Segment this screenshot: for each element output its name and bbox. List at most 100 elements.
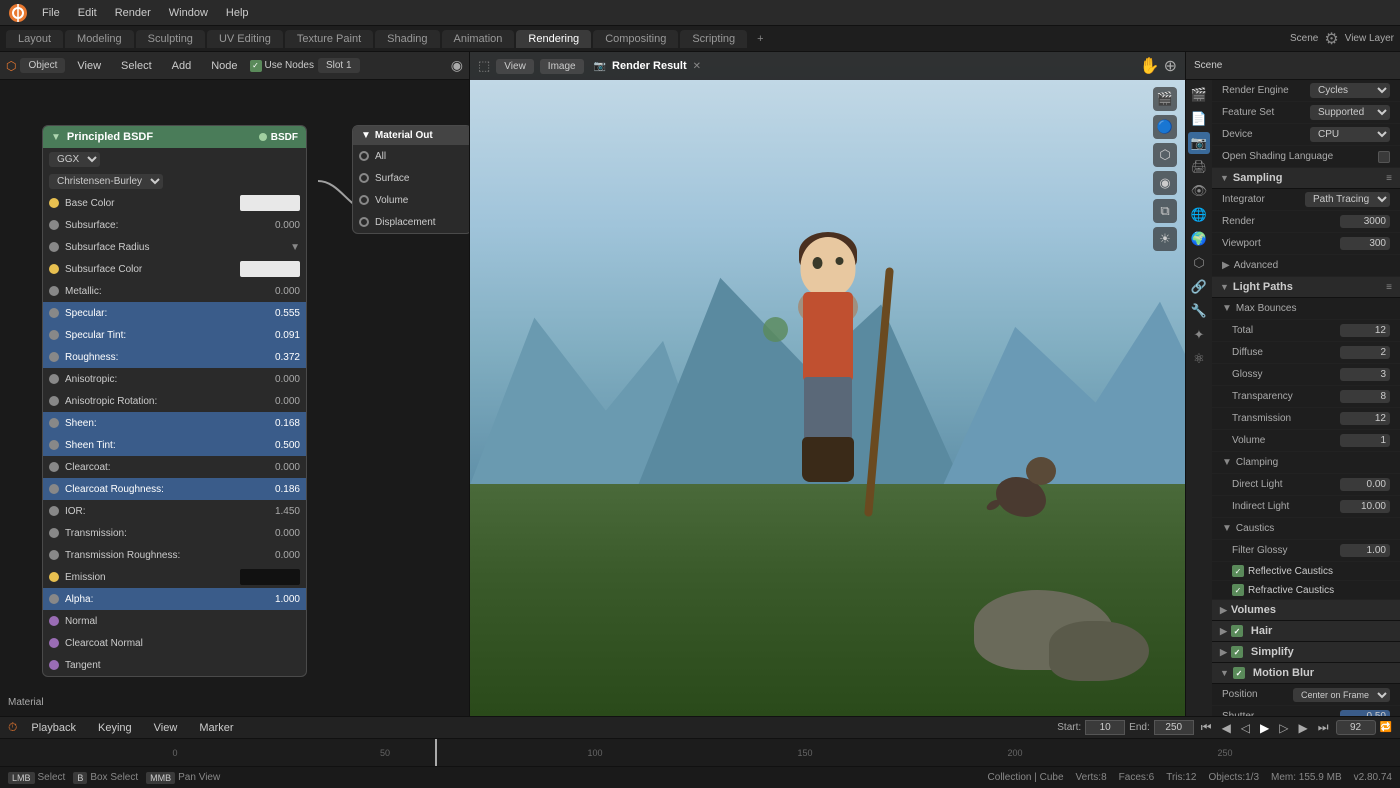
integrator-select[interactable]: Path Tracing	[1305, 192, 1390, 207]
jump-end-btn[interactable]: ⏭	[1315, 719, 1332, 736]
tab-sculpting[interactable]: Sculpting	[136, 30, 205, 48]
props-physics-icon[interactable]: ⚛	[1188, 348, 1210, 370]
tab-add[interactable]: +	[749, 30, 771, 48]
playback-menu[interactable]: Playback	[23, 720, 84, 736]
node-output-socket[interactable]	[259, 133, 267, 141]
simplify-cb[interactable]: ✓	[1231, 646, 1243, 658]
sampling-section-header[interactable]: ▼ Sampling ≡	[1212, 168, 1400, 189]
add-menu[interactable]: Add	[164, 58, 200, 74]
transmission-value[interactable]: 0.000	[255, 528, 300, 539]
props-scene2-icon[interactable]: 🌐	[1188, 204, 1210, 226]
viewport-render-icon[interactable]: 🎬	[1153, 87, 1177, 111]
alpha-value[interactable]: 1.000	[255, 594, 300, 605]
tab-modeling[interactable]: Modeling	[65, 30, 134, 48]
max-bounces-row[interactable]: ▼ Max Bounces	[1212, 298, 1400, 320]
sheen-value[interactable]: 0.168	[255, 418, 300, 429]
viewport-xray-icon[interactable]: ☀	[1153, 227, 1177, 251]
sampling-list-icon[interactable]: ≡	[1386, 173, 1392, 184]
slot-icon[interactable]: ◉	[451, 57, 463, 74]
hair-header[interactable]: ▶ ✓ Hair	[1212, 621, 1400, 642]
viewport-view-btn[interactable]: View	[496, 59, 534, 74]
diffuse-input[interactable]	[1340, 346, 1390, 359]
subsurface-value[interactable]: 0.000	[255, 220, 300, 231]
next-keyframe-btn[interactable]: ▷	[1276, 720, 1291, 736]
sheen-tint-value[interactable]: 0.500	[255, 440, 300, 451]
base-color-swatch[interactable]	[240, 195, 300, 211]
editor-type-icon[interactable]: ⬡	[6, 59, 16, 73]
slot-selector[interactable]: Slot 1	[318, 58, 360, 73]
viewport-wire-icon[interactable]: ⬡	[1153, 143, 1177, 167]
render-close-icon[interactable]: ✕	[693, 61, 701, 72]
clamping-row[interactable]: ▼ Clamping	[1212, 452, 1400, 474]
keying-menu[interactable]: Keying	[90, 720, 140, 736]
props-particle-icon[interactable]: ✦	[1188, 324, 1210, 346]
transparency-input[interactable]	[1340, 390, 1390, 403]
cursor-icon[interactable]: ⊕	[1164, 56, 1177, 76]
use-nodes-toggle[interactable]: ✓ Use Nodes	[250, 60, 314, 72]
roughness-value[interactable]: 0.372	[255, 352, 300, 363]
timeline-view-menu[interactable]: View	[146, 720, 186, 736]
viewport-image-btn[interactable]: Image	[540, 59, 584, 74]
tab-scripting[interactable]: Scripting	[680, 30, 747, 48]
metallic-value[interactable]: 0.000	[255, 286, 300, 297]
filter-glossy-input[interactable]	[1340, 544, 1390, 557]
prev-keyframe-btn[interactable]: ◁	[1238, 720, 1253, 736]
viewport-overlay-icon[interactable]: ⧉	[1153, 199, 1177, 223]
total-input[interactable]	[1340, 324, 1390, 337]
menu-help[interactable]: Help	[218, 5, 257, 21]
device-select[interactable]: CPU	[1310, 127, 1390, 142]
props-world-icon[interactable]: 🌍	[1188, 228, 1210, 250]
position-select[interactable]: Center on Frame	[1293, 688, 1390, 702]
play-btn[interactable]: ▶	[1257, 720, 1272, 736]
props-constraint-icon[interactable]: 🔗	[1188, 276, 1210, 298]
props-vd-icon[interactable]: 👁	[1188, 180, 1210, 202]
props-modifier-icon[interactable]: 🔧	[1188, 300, 1210, 322]
menu-edit[interactable]: Edit	[70, 5, 105, 21]
jump-start-btn[interactable]: ⏮	[1198, 719, 1215, 736]
tab-compositing[interactable]: Compositing	[593, 30, 678, 48]
tab-shading[interactable]: Shading	[375, 30, 439, 48]
light-paths-header[interactable]: ▼ Light Paths ≡	[1212, 277, 1400, 298]
menu-file[interactable]: File	[34, 5, 68, 21]
current-frame-input[interactable]	[1336, 720, 1376, 735]
prev-frame-btn[interactable]: ◀	[1219, 720, 1234, 736]
glossy-input[interactable]	[1340, 368, 1390, 381]
select-menu[interactable]: Select	[113, 58, 160, 74]
tab-rendering[interactable]: Rendering	[516, 30, 591, 48]
timeline-type-icon[interactable]: ⏱	[8, 720, 17, 735]
clearcoat-value[interactable]: 0.000	[255, 462, 300, 473]
viewport-camera-icon[interactable]: 📷	[594, 61, 606, 72]
hair-cb[interactable]: ✓	[1231, 625, 1243, 637]
sync-icon[interactable]: 🔁	[1380, 722, 1392, 733]
props-output-icon[interactable]: 🖨	[1188, 156, 1210, 178]
transmission-bounces-input[interactable]	[1340, 412, 1390, 425]
specular-value[interactable]: 0.555	[255, 308, 300, 319]
next-frame-btn[interactable]: ▶	[1296, 720, 1311, 736]
clearcoat-roughness-value[interactable]: 0.186	[255, 484, 300, 495]
anisotropic-rotation-value[interactable]: 0.000	[255, 396, 300, 407]
subsurface-method-select[interactable]: Christensen-Burley	[49, 174, 163, 189]
transmission-roughness-value[interactable]: 0.000	[255, 550, 300, 561]
start-frame-input[interactable]	[1085, 720, 1125, 735]
viewport-samples-input[interactable]	[1340, 237, 1390, 250]
end-frame-input[interactable]	[1154, 720, 1194, 735]
emission-swatch[interactable]	[240, 569, 300, 585]
menu-render[interactable]: Render	[107, 5, 159, 21]
node-menu[interactable]: Node	[203, 58, 245, 74]
caustics-row[interactable]: ▼ Caustics	[1212, 518, 1400, 540]
scene-icon[interactable]: ⚙	[1324, 29, 1338, 49]
tab-uv-editing[interactable]: UV Editing	[207, 30, 283, 48]
reflective-caustics-cb[interactable]: ✓	[1232, 565, 1244, 577]
motion-blur-header[interactable]: ▼ ✓ Motion Blur	[1212, 663, 1400, 684]
light-paths-list-icon[interactable]: ≡	[1386, 282, 1392, 293]
feature-set-select[interactable]: Supported	[1310, 105, 1390, 120]
menu-window[interactable]: Window	[161, 5, 216, 21]
motion-blur-cb[interactable]: ✓	[1233, 667, 1245, 679]
props-renderlayer-icon[interactable]: 📄	[1188, 108, 1210, 130]
viewport-type-icon[interactable]: ⬚	[478, 58, 490, 74]
mode-object-btn[interactable]: Object	[20, 58, 65, 73]
direct-light-input[interactable]	[1340, 478, 1390, 491]
props-scene-icon[interactable]: 🎬	[1188, 84, 1210, 106]
specular-tint-value[interactable]: 0.091	[255, 330, 300, 341]
marker-menu[interactable]: Marker	[191, 720, 241, 736]
